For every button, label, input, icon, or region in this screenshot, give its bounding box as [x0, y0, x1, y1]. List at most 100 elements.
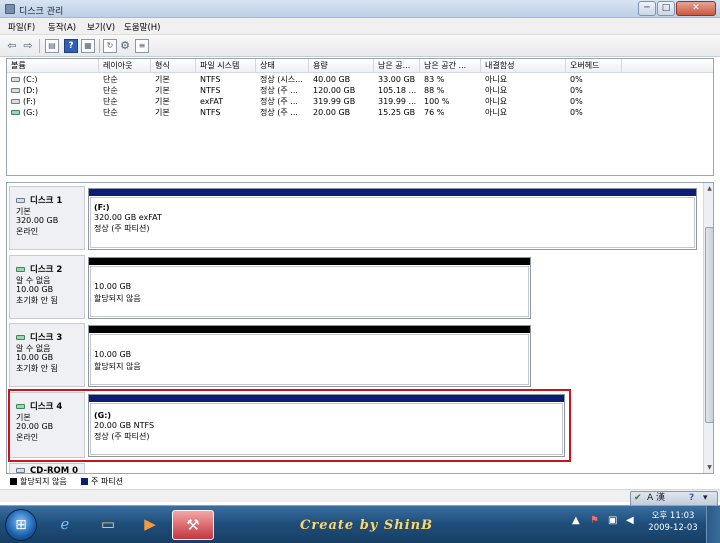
menu-view[interactable]: 보기(V) [87, 21, 115, 33]
volume-speaker-icon[interactable]: ◀ [626, 515, 634, 526]
disk-1-label[interactable]: 디스크 1 기본 320.00 GB 온라인 [9, 186, 85, 250]
volume-cell: (G:) [7, 107, 99, 118]
free-pct-cell: 76 % [424, 108, 445, 117]
layout-cell: 단순 [103, 75, 118, 84]
disk-2-state: 초기화 안 됨 [16, 296, 58, 305]
free-pct-cell: 100 % [424, 97, 450, 106]
disk-name-text: CD-ROM 0 [30, 466, 79, 474]
scroll-down-arrow-icon[interactable]: ▼ [705, 463, 713, 472]
column-header-free-space[interactable]: 남은 공... [374, 59, 420, 73]
toolbar: ⇦ ⇨ ▤ ? ▦ ↻ ⚙ ≡ [0, 35, 720, 57]
volume-row[interactable]: (G:) 단순 기본 NTFS 정상 (주 ... 20.00 GB 15.25… [7, 107, 713, 118]
column-header-status[interactable]: 상태 [256, 59, 309, 73]
vertical-scrollbar[interactable]: ▲ ▼ [703, 183, 713, 473]
scroll-up-arrow-icon[interactable]: ▲ [705, 184, 713, 193]
volume-row[interactable]: (D:) 단순 기본 NTFS 정상 (주 ... 120.00 GB 105.… [7, 85, 713, 96]
column-header-file-system[interactable]: 파일 시스템 [196, 59, 256, 73]
export-list-icon[interactable]: ≡ [135, 39, 149, 53]
partition-status: 할당되지 않음 [94, 362, 141, 371]
disk-2-unallocated[interactable]: 10.00 GB 할당되지 않음 [88, 257, 531, 319]
column-header-fault-tolerance[interactable]: 내결함성 [481, 59, 566, 73]
properties-icon[interactable]: ▦ [81, 39, 95, 53]
help-icon[interactable]: ? [64, 39, 78, 53]
column-header-layout[interactable]: 레이아웃 [99, 59, 151, 73]
volume-name: (F:) [23, 97, 36, 106]
type-cell: 기본 [155, 86, 170, 95]
disk-3-unallocated[interactable]: 10.00 GB 할당되지 않음 [88, 325, 531, 387]
disk-2-size: 10.00 GB [16, 285, 54, 294]
tray-expand-arrow-icon[interactable]: ▲ [572, 515, 580, 526]
network-icon[interactable]: ▣ [608, 515, 617, 526]
computer-management-taskbar-icon[interactable]: ⚒ [172, 510, 214, 540]
status-bar [0, 489, 720, 502]
column-header-volume[interactable]: 볼륨 [7, 59, 99, 73]
media-player-icon[interactable]: ▶ [130, 510, 170, 540]
input-method-icon[interactable]: ✔ [634, 492, 642, 505]
unallocated-bar [89, 326, 530, 333]
type-cell: 기본 [155, 97, 170, 106]
disk-name-text: 디스크 1 [30, 196, 63, 206]
back-arrow-icon[interactable]: ⇦ [5, 39, 19, 53]
start-button[interactable]: ⊞ [5, 509, 37, 541]
show-desktop-button[interactable] [706, 506, 720, 543]
disk-3-state: 초기화 안 됨 [16, 364, 58, 373]
partition-body [90, 334, 529, 385]
disk-1-partition-f[interactable]: (F:) 320.00 GB exFAT 정상 (주 파티션) [88, 188, 697, 250]
system-clock[interactable]: 오후 11:03 2009-12-03 [648, 510, 698, 534]
free-pct-cell: 88 % [424, 86, 445, 95]
column-header-capacity[interactable]: 용량 [309, 59, 374, 73]
disk-2-label[interactable]: 디스크 2 알 수 없음 10.00 GB 초기화 안 됨 [9, 255, 85, 319]
legend-primary-text: 주 파티션 [91, 477, 123, 486]
taskbar: ⊞ ℯ ▭ ▶ ⚒ Create by ShinB ▲ ⚑ ▣ ◀ 오후 11:… [0, 505, 720, 543]
clock-date: 2009-12-03 [648, 523, 698, 533]
maximize-button[interactable]: □ [657, 1, 675, 16]
language-bar[interactable]: ✔ A 漢 ? ▾ [630, 491, 718, 506]
volume-row[interactable]: (F:) 단순 기본 exFAT 정상 (주 ... 319.99 GB 319… [7, 96, 713, 107]
overhead-cell: 0% [570, 97, 583, 106]
fault-cell: 아니요 [485, 97, 508, 106]
legend-unallocated: 할당되지 않음 [10, 475, 67, 489]
console-tree-icon[interactable]: ▤ [45, 39, 59, 53]
status-cell: 정상 (주 ... [260, 86, 298, 95]
language-bar-options-icon[interactable]: ▾ [703, 492, 708, 505]
menu-action[interactable]: 동작(A) [48, 21, 76, 33]
cdrom-0-label[interactable]: CD-ROM 0 [9, 463, 85, 474]
help-circle-icon[interactable]: ? [689, 492, 694, 505]
forward-arrow-icon[interactable]: ⇨ [21, 39, 35, 53]
menu-help[interactable]: 도움말(H) [124, 21, 160, 33]
status-cell: 정상 (시스... [260, 75, 303, 84]
unallocated-swatch [10, 478, 17, 485]
removable-drive-icon [11, 110, 20, 115]
disk-icon [16, 198, 25, 203]
close-button[interactable]: ✕ [676, 1, 716, 16]
scroll-thumb[interactable] [705, 227, 713, 423]
action-center-flag-icon[interactable]: ⚑ [590, 515, 599, 526]
capacity-cell: 319.99 GB [313, 97, 356, 106]
hard-drive-icon [11, 99, 20, 104]
column-header-overhead[interactable]: 오버헤드 [566, 59, 622, 73]
volume-list: 볼륨 레이아웃 형식 파일 시스템 상태 용량 남은 공... 남은 공간 ..… [6, 58, 714, 176]
internet-explorer-icon[interactable]: ℯ [45, 510, 85, 540]
column-header-type[interactable]: 형식 [151, 59, 196, 73]
file-explorer-icon[interactable]: ▭ [88, 510, 128, 540]
cdrom-0-name: CD-ROM 0 [16, 466, 79, 474]
menu-bar: 파일(F) 동작(A) 보기(V) 도움말(H) [0, 18, 720, 35]
overhead-cell: 0% [570, 86, 583, 95]
menu-file[interactable]: 파일(F) [8, 21, 35, 33]
free-pct-cell: 83 % [424, 75, 445, 84]
volume-row[interactable]: (C:) 단순 기본 NTFS 정상 (시스... 40.00 GB 33.00… [7, 74, 713, 85]
volume-name: (G:) [23, 108, 39, 117]
partition-detail: 320.00 GB exFAT [94, 213, 162, 222]
minimize-button[interactable]: ─ [638, 1, 656, 16]
layout-cell: 단순 [103, 86, 118, 95]
language-indicator[interactable]: A 漢 [647, 492, 665, 505]
disk-name-text: 디스크 2 [30, 265, 63, 275]
primary-swatch [81, 478, 88, 485]
fs-cell: NTFS [200, 86, 221, 95]
refresh-icon[interactable]: ↻ [103, 39, 117, 53]
column-header-free-percent[interactable]: 남은 공간 ... [420, 59, 481, 73]
cd-drive-icon [16, 468, 25, 473]
settings-icon[interactable]: ⚙ [118, 39, 132, 53]
volume-cell: (C:) [7, 74, 99, 85]
disk-3-label[interactable]: 디스크 3 알 수 없음 10.00 GB 초기화 안 됨 [9, 323, 85, 387]
